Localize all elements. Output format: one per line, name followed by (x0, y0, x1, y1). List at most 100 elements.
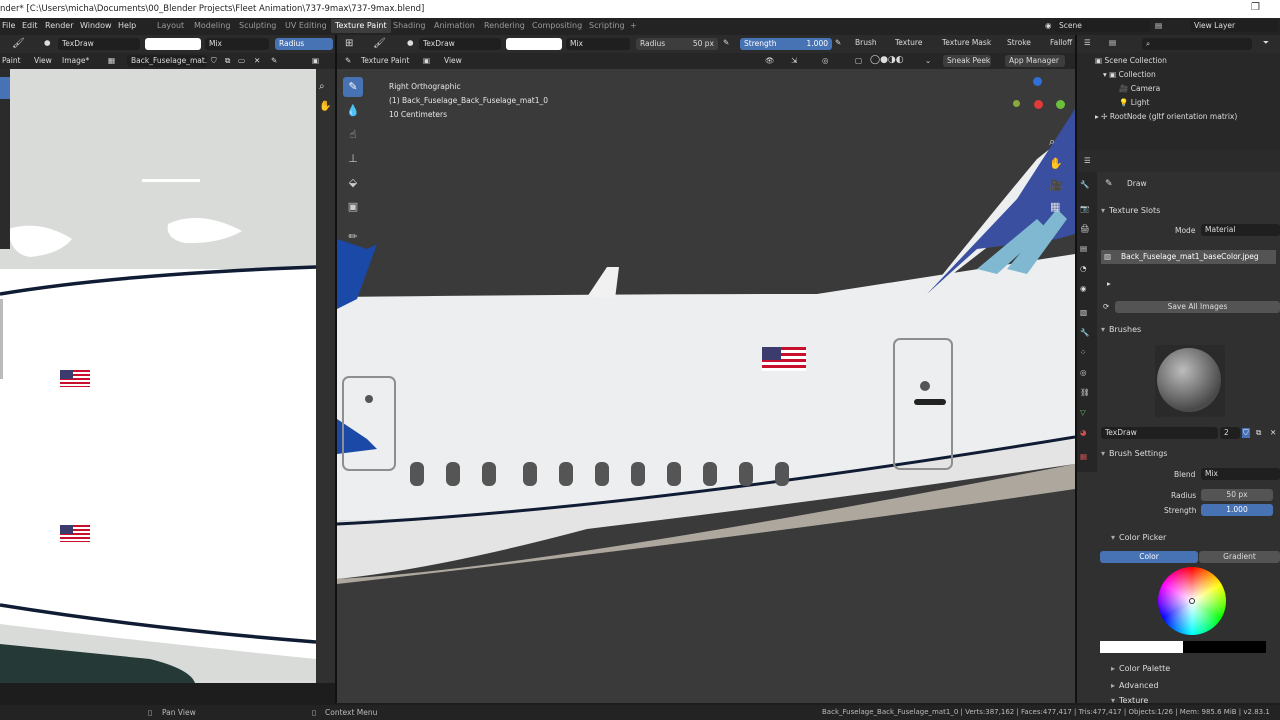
brush-color-swatch[interactable] (145, 38, 201, 50)
zoom-icon[interactable]: ⌕ (319, 81, 325, 92)
tab-texture-paint[interactable]: Texture Paint (331, 19, 391, 33)
unlink-brush-icon[interactable]: ✕ (1270, 428, 1276, 437)
expand-icon[interactable]: ▾ ▣ (1103, 70, 1119, 79)
radius-slider[interactable]: 50 px (1201, 489, 1273, 501)
tab-compositing[interactable]: Compositing (532, 21, 582, 30)
color-palette-panel[interactable]: ▸ Color Palette (1111, 664, 1170, 673)
menu-edit[interactable]: Edit (22, 21, 38, 30)
annotate-tool-icon[interactable]: ✏ (343, 227, 363, 247)
texture-tab-icon[interactable]: ▦ (1080, 452, 1087, 461)
restore-icon[interactable]: ❐ (1251, 2, 1260, 13)
color-wheel[interactable] (1158, 567, 1226, 635)
pin-icon[interactable]: ✎ (271, 56, 277, 65)
outliner-editor-icon[interactable]: ☰ (1084, 38, 1091, 47)
overlay-icon[interactable]: ◎ (822, 56, 829, 65)
new-brush-icon[interactable]: ⧉ (1256, 428, 1261, 438)
area-divider[interactable] (1075, 35, 1077, 703)
z-axis-icon[interactable] (1033, 77, 1042, 86)
open-image-icon[interactable]: ▭ (238, 56, 245, 65)
viewport-blend-dropdown[interactable]: Mix (566, 38, 630, 50)
navigation-gizmo[interactable] (1005, 77, 1065, 117)
brush-users-count[interactable]: 2 (1220, 427, 1240, 439)
tab-layout[interactable]: Layout (157, 21, 184, 30)
scene-tab-icon[interactable]: ◔ (1080, 264, 1087, 273)
brushes-panel[interactable]: ▾ Brushes (1101, 325, 1141, 334)
mask-tool-icon[interactable]: ▣ (343, 197, 363, 217)
tab-rendering[interactable]: Rendering (484, 21, 525, 30)
texture-mask-menu[interactable]: Texture Mask (942, 38, 991, 47)
brush-preview[interactable] (1155, 345, 1225, 417)
outliner-search-input[interactable]: ⌕ (1142, 38, 1252, 50)
scene-selector[interactable]: Scene (1055, 20, 1150, 32)
menu-window[interactable]: Window (80, 21, 112, 30)
brush-menu[interactable]: Brush (855, 38, 877, 47)
tab-scripting[interactable]: Scripting (589, 21, 625, 30)
falloff-menu[interactable]: Falloff (1050, 38, 1072, 47)
xray-icon[interactable]: ▢ (855, 56, 862, 65)
sneak-peek-button[interactable]: Sneak Peek (943, 55, 991, 67)
duplicate-image-icon[interactable]: ⧉ (225, 56, 230, 66)
texture-menu[interactable]: Texture (895, 38, 922, 47)
active-tool-indicator[interactable] (0, 77, 10, 99)
ortho-toggle-icon[interactable]: ▦ (1050, 200, 1060, 213)
editor-type-icon[interactable]: ⊞ (345, 38, 353, 49)
collection-item[interactable]: ▾ ▣ Collection (1103, 70, 1156, 79)
filter-icon[interactable]: ⏷ (1263, 38, 1269, 48)
rootnode-item[interactable]: ▸ ✢ RootNode (gltf orientation matrix) (1095, 112, 1237, 121)
material-tab-icon[interactable]: ◕ (1080, 428, 1087, 437)
brush-settings-panel[interactable]: ▾ Brush Settings (1101, 449, 1167, 458)
menu-help[interactable]: Help (118, 21, 136, 30)
fill-tool-icon[interactable]: ⬙ (343, 173, 363, 193)
view-menu[interactable]: View (34, 56, 52, 65)
fake-user-shield-icon[interactable]: ⛉ (1242, 428, 1250, 438)
camera-item[interactable]: 🎥 Camera (1119, 84, 1160, 93)
gizmo-icon[interactable]: ⇲ (791, 56, 797, 65)
tab-modeling[interactable]: Modeling (194, 21, 230, 30)
view-layer-selector[interactable]: View Layer (1190, 20, 1278, 32)
world-tab-icon[interactable]: ◉ (1080, 284, 1087, 293)
constraints-tab-icon[interactable]: ⛓ (1080, 388, 1090, 397)
color-tab[interactable]: Color (1100, 551, 1198, 563)
blend-dropdown[interactable]: Mix (205, 38, 269, 50)
color-picker-panel[interactable]: ▾ Color Picker (1111, 533, 1166, 542)
viewport-brush-name-field[interactable]: TexDraw (419, 38, 501, 50)
light-item[interactable]: 💡 Light (1119, 98, 1149, 107)
pressure-icon[interactable]: ✎ (723, 38, 729, 47)
view-layer-tab-icon[interactable]: ▤ (1080, 244, 1087, 253)
strength-pressure-icon[interactable]: ✎ (835, 38, 841, 47)
add-workspace-button[interactable]: + (630, 21, 637, 30)
y-axis-icon[interactable] (1056, 100, 1065, 109)
properties-editor-icon[interactable]: ☰ (1084, 156, 1091, 165)
mask-toggle-icon[interactable]: ▣ (423, 56, 430, 65)
image-canvas[interactable] (0, 69, 316, 683)
pan-hand-icon[interactable]: ✋ (319, 101, 331, 112)
fake-user-icon[interactable]: ⛉ (211, 56, 217, 66)
neg-y-axis-icon[interactable] (1013, 100, 1020, 107)
render-tab-icon[interactable]: 📷 (1080, 204, 1089, 213)
mode-dropdown[interactable]: Paint (2, 56, 21, 65)
tab-animation[interactable]: Animation (434, 21, 475, 30)
smear-tool-icon[interactable]: ☝ (343, 125, 363, 145)
viewport-color-swatch[interactable] (506, 38, 562, 50)
modifier-tab-icon[interactable]: 🔧 (1080, 328, 1089, 337)
tab-sculpting[interactable]: Sculpting (239, 21, 276, 30)
save-all-images-button[interactable]: Save All Images (1115, 301, 1280, 313)
texture-panel[interactable]: ▾ Texture (1111, 696, 1148, 705)
soften-tool-icon[interactable]: 💧 (343, 101, 363, 121)
stroke-menu[interactable]: Stroke (1007, 38, 1031, 47)
tool-tab-icon[interactable]: 🔧 (1080, 180, 1089, 189)
viewport-canvas[interactable]: Right Orthographic (1) Back_Fuselage_Bac… (337, 69, 1075, 703)
pan-hand-icon[interactable]: ✋ (1049, 157, 1063, 170)
blend-dropdown[interactable]: Mix (1201, 468, 1280, 480)
mode-dropdown[interactable]: Material (1201, 224, 1280, 236)
tab-uv-editing[interactable]: UV Editing (285, 21, 327, 30)
camera-view-icon[interactable]: 🎥 (1049, 179, 1063, 192)
menu-render[interactable]: Render (45, 21, 73, 30)
output-tab-icon[interactable]: 🖨 (1080, 224, 1090, 233)
texture-slots-panel[interactable]: ▾ Texture Slots (1101, 206, 1160, 215)
image-menu[interactable]: Image* (62, 56, 89, 65)
app-manager-button[interactable]: App Manager (1005, 55, 1065, 67)
area-divider[interactable] (335, 35, 337, 703)
brush-datablock-field[interactable]: TexDraw (1101, 427, 1218, 439)
viewport-strength-slider[interactable]: Strength 1.000 (740, 38, 832, 50)
